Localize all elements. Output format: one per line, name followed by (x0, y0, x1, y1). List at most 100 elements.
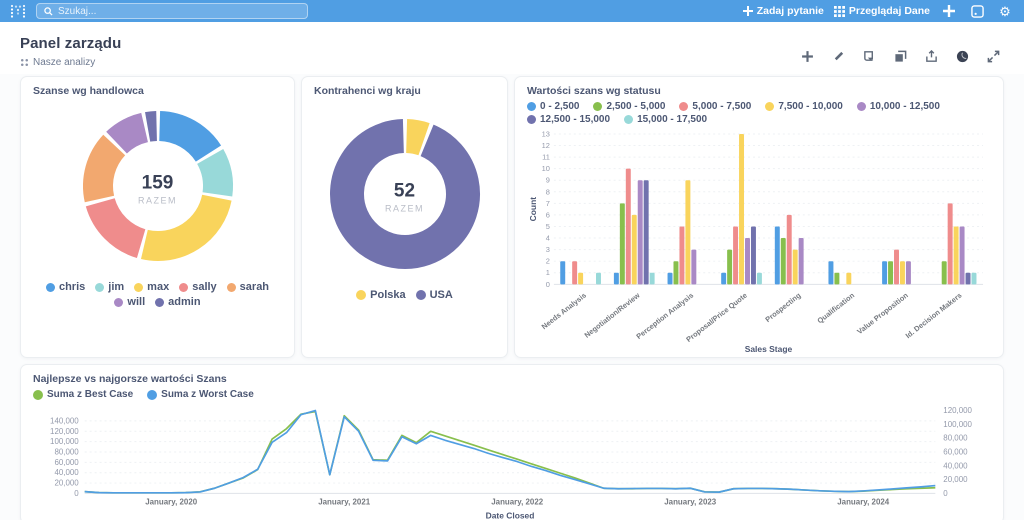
bar[interactable] (632, 215, 637, 284)
share-icon[interactable] (924, 49, 938, 63)
legend-item[interactable]: 5,000 - 7,500 (679, 101, 751, 112)
tick-label: 60,000 (54, 458, 79, 467)
legend-item[interactable]: 12,500 - 15,000 (527, 114, 610, 125)
tick-label: 80,000 (943, 434, 968, 443)
legend-item[interactable]: will (114, 296, 145, 308)
bar[interactable] (679, 226, 684, 284)
line-series[interactable] (85, 411, 936, 493)
bar[interactable] (828, 261, 833, 284)
bar[interactable] (685, 180, 690, 284)
donut-chart-country: 52 RAZEM (320, 109, 490, 284)
pie-slice-admin[interactable] (147, 126, 156, 127)
breadcrumb[interactable]: Nasze analizy (20, 57, 121, 68)
bar[interactable] (954, 226, 959, 284)
legend-item[interactable]: sarah (227, 281, 269, 293)
card-title[interactable]: Szanse wg handlowca (33, 85, 282, 97)
card-title[interactable]: Kontrahenci wg kraju (314, 85, 495, 97)
bar[interactable] (745, 238, 750, 284)
panel-icon[interactable] (968, 2, 986, 20)
pie-slice-will[interactable] (116, 128, 144, 143)
bar[interactable] (668, 273, 673, 285)
legend-item[interactable]: admin (155, 296, 200, 308)
bar[interactable] (942, 261, 947, 284)
bar[interactable] (691, 250, 696, 285)
legend-item[interactable]: jim (95, 281, 124, 293)
bar[interactable] (846, 273, 851, 285)
bar[interactable] (638, 180, 643, 284)
tick-label: 20,000 (943, 475, 968, 484)
moon-icon[interactable] (955, 49, 969, 63)
donut-total-label: RAZEM (138, 195, 177, 205)
bar[interactable] (906, 261, 911, 284)
bar[interactable] (900, 261, 905, 284)
pie-slice-sally[interactable] (100, 202, 141, 243)
bookmark-icon[interactable] (862, 49, 876, 63)
bar[interactable] (775, 226, 780, 284)
legend-item[interactable]: USA (416, 289, 453, 301)
gear-icon[interactable]: ⚙ (996, 2, 1014, 20)
legend-item[interactable]: Suma z Best Case (33, 389, 133, 400)
card-title[interactable]: Wartości szans wg statusu (527, 85, 991, 97)
tick-label: January, 2022 (491, 497, 544, 506)
pie-slice-Polska[interactable] (406, 136, 423, 139)
legend-item[interactable]: 2,500 - 5,000 (593, 101, 665, 112)
bar[interactable] (560, 261, 565, 284)
bar[interactable] (751, 226, 756, 284)
add-card-icon[interactable] (800, 49, 814, 63)
pie-slice-chris[interactable] (159, 126, 208, 154)
metabase-logo-icon[interactable] (10, 3, 26, 19)
bar[interactable] (948, 203, 953, 284)
bar[interactable] (960, 226, 965, 284)
bar[interactable] (572, 261, 577, 284)
bar[interactable] (894, 250, 899, 285)
bar[interactable] (888, 261, 893, 284)
bar[interactable] (799, 238, 804, 284)
pie-slice-sarah[interactable] (98, 145, 114, 199)
bar[interactable] (727, 250, 732, 285)
legend-item[interactable]: chris (46, 281, 85, 293)
bar[interactable] (673, 261, 678, 284)
legend-item[interactable]: 7,500 - 10,000 (765, 101, 843, 112)
legend-item[interactable]: max (134, 281, 169, 293)
pie-slice-jim[interactable] (210, 156, 218, 194)
bar[interactable] (578, 273, 583, 285)
legend-item[interactable]: 0 - 2,500 (527, 101, 579, 112)
bar[interactable] (620, 203, 625, 284)
card-title[interactable]: Najlepsze vs najgorsze wartości Szans (33, 373, 991, 385)
bar[interactable] (644, 180, 649, 284)
bar[interactable] (739, 134, 744, 284)
line-series[interactable] (85, 412, 936, 493)
tick-label: 80,000 (54, 447, 79, 456)
bar[interactable] (721, 273, 726, 285)
legend: chris jimmax sally sarah will admin (33, 281, 282, 308)
legend-item[interactable]: 10,000 - 12,500 (857, 101, 940, 112)
legend-item[interactable]: Suma z Worst Case (147, 389, 254, 400)
duplicate-icon[interactable] (893, 49, 907, 63)
bar[interactable] (757, 273, 762, 285)
bar[interactable] (614, 273, 619, 285)
bar[interactable] (972, 273, 977, 285)
bar[interactable] (882, 261, 887, 284)
new-question-button[interactable]: Zadaj pytanie (743, 5, 824, 17)
card-opportunities-by-rep: Szanse wg handlowca 159 RAZEM chrisjimma… (20, 76, 295, 358)
tick-label: 40,000 (54, 468, 79, 477)
browse-data-button[interactable]: Przeglądaj Dane (834, 5, 930, 17)
bar[interactable] (966, 273, 971, 285)
add-icon[interactable] (940, 2, 958, 20)
legend-item[interactable]: sally (179, 281, 216, 293)
fullscreen-icon[interactable] (986, 49, 1000, 63)
search-input[interactable] (58, 6, 300, 17)
bar[interactable] (793, 250, 798, 285)
bar[interactable] (596, 273, 601, 285)
tick-label: 20,000 (54, 479, 79, 488)
edit-icon[interactable] (831, 49, 845, 63)
bar[interactable] (834, 273, 839, 285)
bar[interactable] (781, 238, 786, 284)
bar[interactable] (733, 226, 738, 284)
bar[interactable] (626, 169, 631, 285)
bar[interactable] (787, 215, 792, 284)
legend-item[interactable]: Polska (356, 289, 405, 301)
search-box[interactable] (36, 3, 308, 19)
legend-item[interactable]: 15,000 - 17,500 (624, 114, 707, 125)
bar[interactable] (650, 273, 655, 285)
